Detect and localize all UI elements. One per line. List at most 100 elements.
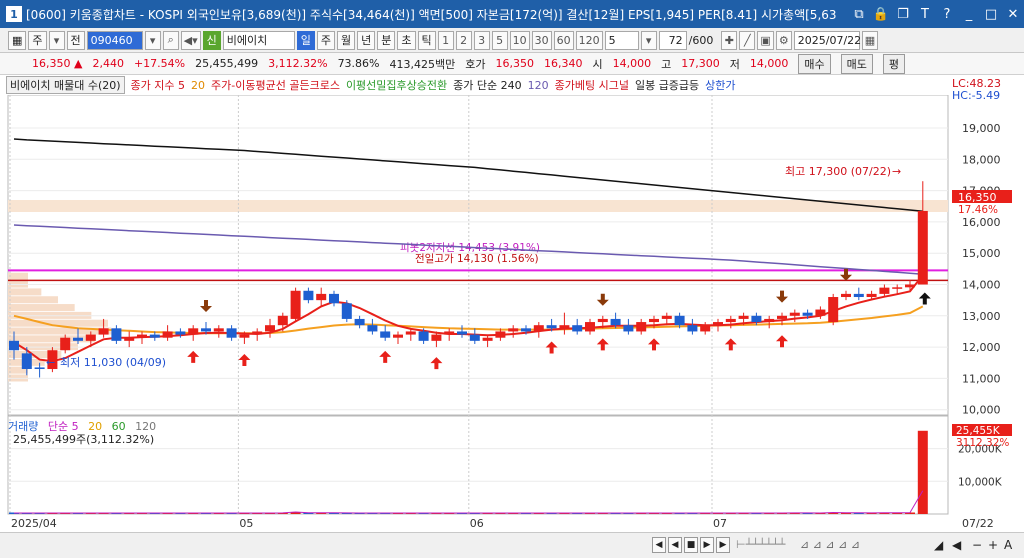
high-annotation: 최고 17,300 (07/22) [785, 165, 891, 178]
legend-item[interactable]: 20 [191, 79, 205, 92]
period-minute[interactable]: 분 [377, 30, 396, 50]
candle-body [60, 337, 71, 351]
minute-option[interactable]: 30 [531, 30, 552, 50]
low-arrow: ← [46, 356, 55, 369]
auto-icon[interactable]: A [1004, 538, 1012, 552]
restore-icon[interactable]: ❐ [892, 3, 914, 25]
market-select-2[interactable]: 전 [66, 30, 85, 50]
buy-button[interactable]: 매수 [798, 53, 831, 74]
ask-price: 16,350 [495, 57, 535, 70]
volume-tick-label: 10,000K [958, 476, 1003, 488]
calendar-icon[interactable]: ▦ [8, 30, 27, 50]
window-number: 1 [6, 6, 22, 22]
minute-option[interactable]: 10 [509, 30, 530, 50]
indicator-add-icon[interactable]: ✚ [721, 30, 738, 50]
help-icon[interactable]: ? [936, 3, 958, 25]
candle-body [879, 287, 890, 294]
stock-name-field[interactable]: 비에이치 [222, 30, 295, 50]
price-change-pct: +17.54% [133, 57, 186, 70]
legend-item[interactable]: 주가-이동평균선 골든크로스 [211, 77, 340, 93]
candle-body [213, 328, 224, 332]
period-yearly[interactable]: 년 [357, 30, 376, 50]
copy-icon[interactable]: ⧉ [848, 3, 870, 25]
legend-item[interactable]: 이평선밀집후상승전환 [346, 77, 447, 93]
volume-profile-bar [8, 304, 75, 312]
code-dropdown-icon[interactable]: ▾ [144, 30, 161, 50]
search-icon[interactable]: ⌕ [162, 30, 179, 50]
minimize-panel-icon[interactable]: ◢ [934, 538, 943, 552]
legend-item[interactable]: 일봉 급증급등 [635, 77, 699, 93]
volume-bar [917, 430, 928, 514]
legend-item[interactable]: 비에이치 매물대 수(20) [6, 76, 125, 94]
extra-button[interactable]: 평 [882, 53, 905, 74]
candle-body [444, 331, 455, 335]
legend-item[interactable]: 종가 지수 5 [131, 77, 185, 93]
lock-icon[interactable]: 🔒 [870, 3, 892, 25]
interval-dropdown-icon[interactable]: ▾ [640, 30, 657, 50]
date-current: 07/22 [962, 517, 994, 530]
title-bar: 1 [0600] 키움종합차트 - KOSPI 외국인보유[3,689(천)] … [0, 0, 1024, 28]
font-icon[interactable]: T [914, 3, 936, 25]
market-select[interactable]: 주 [28, 30, 47, 50]
save-icon[interactable]: ▣ [757, 30, 774, 50]
low-label: 저 [729, 57, 740, 71]
candle-body [713, 322, 723, 326]
minute-option[interactable]: 2 [455, 30, 472, 50]
candle-body [828, 297, 839, 323]
candle-body [34, 367, 45, 370]
legend-item[interactable]: 종가 단순 240 [453, 77, 521, 93]
candle-body [905, 284, 915, 288]
speaker-icon[interactable]: ◀▾ [180, 30, 201, 50]
price-tick-label: 11,000 [962, 372, 1001, 385]
period-weekly[interactable]: 주 [316, 30, 336, 50]
candle-body [764, 318, 775, 323]
close-icon[interactable]: ✕ [1002, 3, 1024, 25]
candle-body [367, 325, 378, 332]
price-chart[interactable]: 피봇2저지선 14,453 (3.91%) 전일고가 14,130 (1.56%… [0, 95, 1024, 532]
date-input[interactable]: 2025/07/22 [793, 30, 861, 50]
scroll-next-icon[interactable]: ▶ [700, 537, 714, 553]
minute-option[interactable]: 5 [491, 30, 508, 50]
legend-item[interactable]: 120 [528, 79, 549, 92]
candle-body [597, 318, 608, 323]
candle-body [623, 325, 634, 332]
maximize-icon[interactable]: □ [980, 3, 1002, 25]
candle-body [188, 328, 199, 335]
legend-item[interactable]: 상한가 [705, 77, 735, 93]
draw-tools-icon[interactable]: ⊿ ⊿ ⊿ ⊿ ⊿ [800, 538, 860, 551]
count-input[interactable]: 72 [658, 30, 687, 50]
scroll-stop-icon[interactable]: ■ [684, 537, 698, 553]
interval-select[interactable]: 5 [604, 30, 639, 50]
high-arrow: → [892, 165, 901, 178]
scroll-left-icon[interactable]: ◀ [952, 538, 961, 552]
scroll-prev-icon[interactable]: ◀ [668, 537, 682, 553]
candle-body [341, 303, 352, 319]
period-monthly[interactable]: 월 [337, 30, 356, 50]
scroll-first-icon[interactable]: ◀ [652, 537, 666, 553]
period-tick[interactable]: 틱 [417, 30, 436, 50]
minute-option[interactable]: 120 [575, 30, 603, 50]
minute-option[interactable]: 3 [473, 30, 490, 50]
candle-body [610, 318, 621, 326]
sell-button[interactable]: 매도 [840, 53, 873, 74]
zoom-in-icon[interactable]: + [988, 538, 998, 552]
minute-option[interactable]: 1 [437, 30, 454, 50]
dropdown-icon[interactable]: ▾ [48, 30, 65, 50]
period-daily[interactable]: 일 [296, 30, 315, 50]
calendar-picker-icon[interactable]: ▦ [861, 30, 879, 50]
period-second[interactable]: 초 [397, 30, 416, 50]
candle-body [418, 331, 429, 341]
candle-body [521, 328, 531, 332]
settings-icon[interactable]: ⚙ [775, 30, 792, 50]
zoom-slider[interactable]: ⊢┴┴┴┴┴┴ [736, 538, 785, 551]
zoom-out-icon[interactable]: − [972, 538, 982, 552]
trade-amount: 413,425백만 [389, 57, 456, 71]
minimize-icon[interactable]: _ [958, 3, 980, 25]
minute-option[interactable]: 60 [553, 30, 574, 50]
candle-body [226, 328, 237, 338]
legend-item[interactable]: 종가베팅 시그널 [555, 77, 629, 93]
stock-code-input[interactable]: 090460 [86, 30, 143, 50]
candle-body [751, 315, 762, 323]
scroll-last-icon[interactable]: ▶ [716, 537, 730, 553]
draw-tool-icon[interactable]: ╱ [739, 30, 756, 50]
